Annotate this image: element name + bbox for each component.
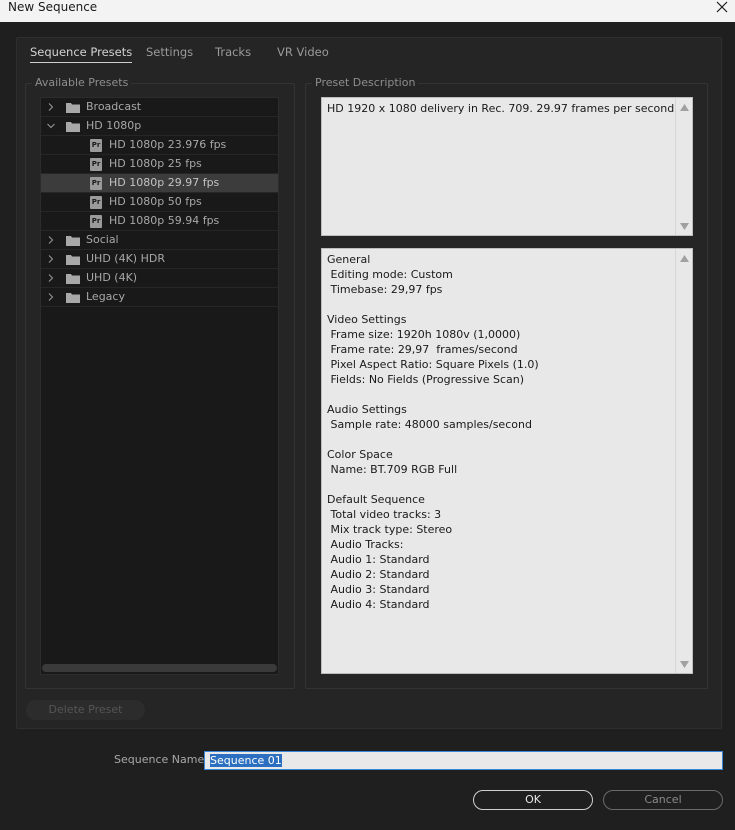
chevron-right-icon[interactable]	[47, 274, 55, 282]
premiere-preset-icon: Pr	[90, 139, 102, 152]
tree-item-uhd-4k[interactable]: UHD (4K)	[41, 269, 278, 288]
tab-sequence-presets[interactable]: Sequence Presets	[30, 45, 133, 63]
ok-button[interactable]: OK	[473, 790, 593, 810]
sequence-name-input[interactable]	[204, 751, 723, 770]
folder-icon	[66, 236, 80, 246]
preset-summary-text: HD 1920 x 1080 delivery in Rec. 709. 29.…	[327, 102, 678, 115]
tree-item-label: Legacy	[86, 290, 125, 303]
delete-preset-button[interactable]: Delete Preset	[26, 700, 145, 720]
window-title: New Sequence	[8, 0, 98, 14]
chevron-down-icon[interactable]	[47, 122, 55, 130]
preset-summary-box: HD 1920 x 1080 delivery in Rec. 709. 29.…	[321, 97, 693, 236]
chevron-right-icon[interactable]	[47, 103, 55, 111]
tree-item-label: HD 1080p 29.97 fps	[109, 176, 220, 189]
tree-item-label: UHD (4K) HDR	[86, 252, 165, 265]
tree-item-label: HD 1080p 23.976 fps	[109, 138, 227, 151]
tab-vr-video[interactable]: VR Video	[277, 45, 329, 63]
tree-item-label: HD 1080p 50 fps	[109, 195, 202, 208]
tree-item-label: HD 1080p 25 fps	[109, 157, 202, 170]
tree-item-hd-1080p[interactable]: HD 1080p	[41, 117, 278, 136]
premiere-preset-icon: Pr	[90, 158, 102, 171]
tree-item-broadcast[interactable]: Broadcast	[41, 98, 278, 117]
tree-item-hd-1080p-25[interactable]: Pr HD 1080p 25 fps	[41, 155, 278, 174]
tree-item-hd-1080p-50[interactable]: Pr HD 1080p 50 fps	[41, 193, 278, 212]
tree-item-legacy[interactable]: Legacy	[41, 288, 278, 307]
premiere-preset-icon: Pr	[90, 177, 102, 190]
details-scrollbar[interactable]	[675, 249, 692, 673]
tab-settings[interactable]: Settings	[146, 45, 193, 63]
tree-item-hd-1080p-2997[interactable]: Pr HD 1080p 29.97 fps	[41, 174, 278, 193]
scroll-down-icon[interactable]	[680, 661, 689, 668]
title-bar: New Sequence	[0, 0, 735, 22]
tree-item-hd-1080p-5994[interactable]: Pr HD 1080p 59.94 fps	[41, 212, 278, 231]
folder-icon	[66, 274, 80, 284]
summary-scrollbar[interactable]	[675, 98, 692, 235]
available-presets-label: Available Presets	[32, 76, 132, 89]
scroll-down-icon[interactable]	[680, 223, 689, 230]
scroll-up-icon[interactable]	[680, 255, 689, 262]
tree-item-label: HD 1080p 59.94 fps	[109, 214, 220, 227]
chevron-right-icon[interactable]	[47, 236, 55, 244]
chevron-right-icon[interactable]	[47, 255, 55, 263]
folder-icon	[66, 122, 80, 132]
sequence-name-label: Sequence Name:	[114, 753, 208, 766]
premiere-preset-icon: Pr	[90, 215, 102, 228]
chevron-right-icon[interactable]	[47, 293, 55, 301]
tree-item-uhd-4k-hdr[interactable]: UHD (4K) HDR	[41, 250, 278, 269]
tree-item-label: HD 1080p	[86, 119, 142, 132]
folder-icon	[66, 293, 80, 303]
tree-item-hd-1080p-23976[interactable]: Pr HD 1080p 23.976 fps	[41, 136, 278, 155]
folder-icon	[66, 255, 80, 265]
horizontal-scrollbar[interactable]	[42, 664, 277, 672]
scroll-up-icon[interactable]	[680, 104, 689, 111]
folder-icon	[66, 103, 80, 113]
close-icon[interactable]	[715, 0, 729, 14]
premiere-preset-icon: Pr	[90, 196, 102, 209]
tree-item-label: UHD (4K)	[86, 271, 138, 284]
cancel-button[interactable]: Cancel	[603, 790, 723, 810]
preset-details-box: General Editing mode: Custom Timebase: 2…	[321, 248, 693, 674]
tree-item-social[interactable]: Social	[41, 231, 278, 250]
tree-item-label: Social	[86, 233, 119, 246]
tree-item-label: Broadcast	[86, 100, 142, 113]
presets-tree[interactable]: Broadcast HD 1080p Pr HD 1080p 23.976 fp…	[40, 97, 279, 675]
preset-details-text: General Editing mode: Custom Timebase: 2…	[327, 253, 539, 611]
preset-description-label: Preset Description	[312, 76, 419, 89]
tab-tracks[interactable]: Tracks	[215, 45, 251, 63]
